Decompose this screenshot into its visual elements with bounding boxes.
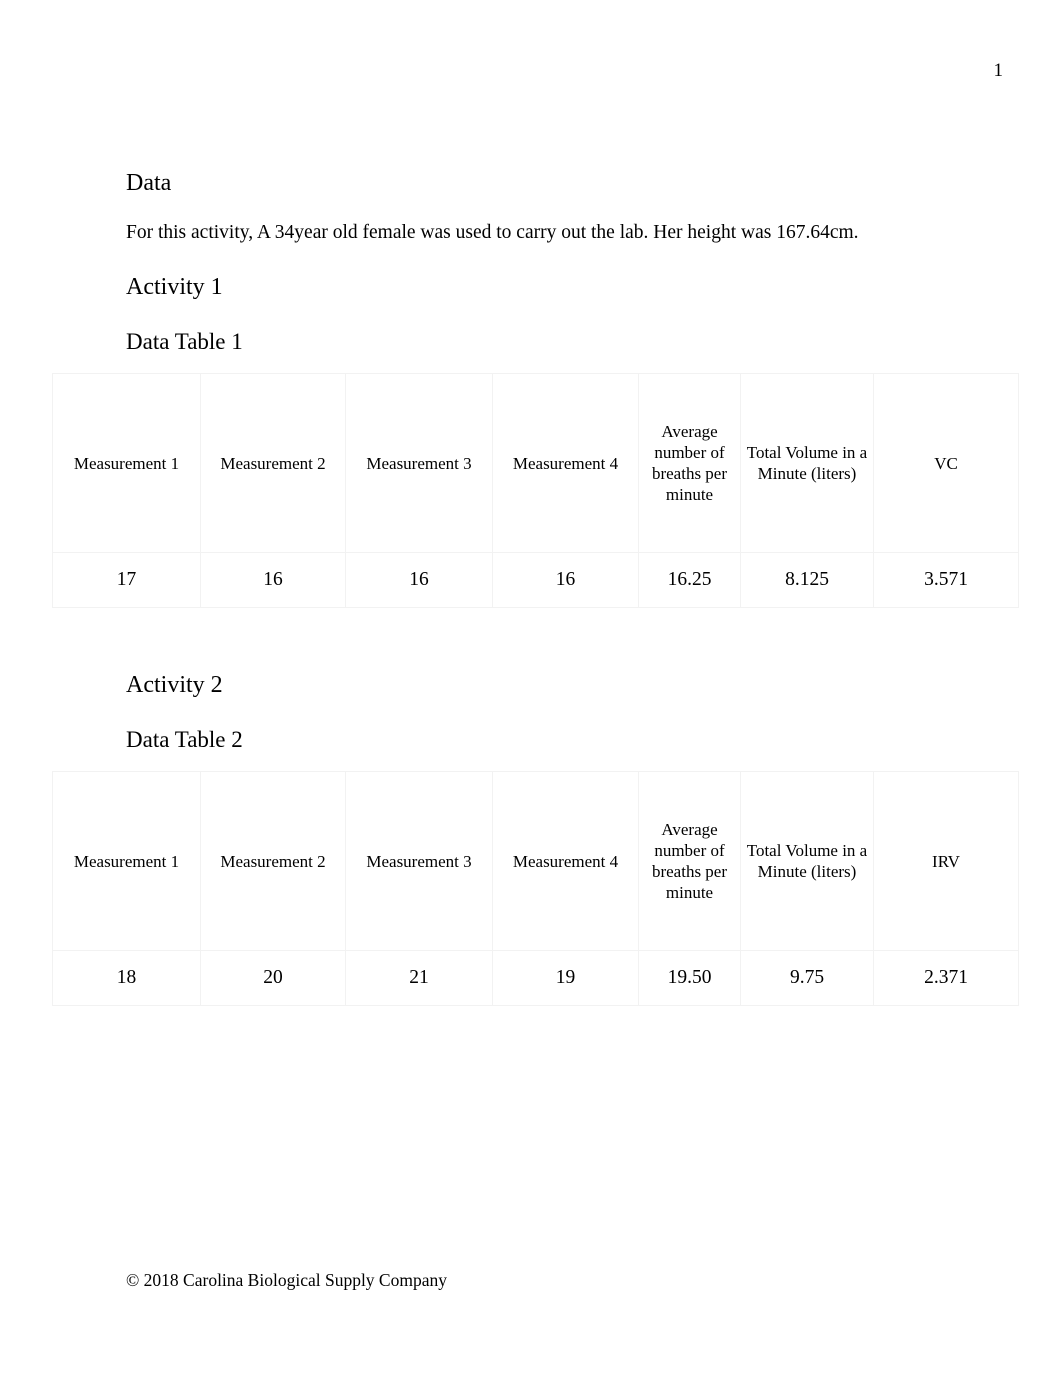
heading-data-table-2: Data Table 2 xyxy=(126,727,243,752)
heading-data-table-1: Data Table 1 xyxy=(126,329,243,354)
table1-header-cell: Average number of breaths per minute xyxy=(638,373,741,553)
table1-cell: 8.125 xyxy=(740,552,874,608)
table2-header-cell: Measurement 2 xyxy=(200,771,346,951)
table-row: 18 20 21 19 19.50 9.75 2.371 xyxy=(52,950,1019,1006)
table-header-row: Measurement 1 Measurement 2 Measurement … xyxy=(52,771,1019,951)
table2-cell: 19.50 xyxy=(638,950,741,1006)
table2-cell: 20 xyxy=(200,950,346,1006)
table-header-row: Measurement 1 Measurement 2 Measurement … xyxy=(52,373,1019,553)
page-number: 1 xyxy=(993,60,1004,81)
heading-data: Data xyxy=(126,170,172,196)
table2-cell: 2.371 xyxy=(873,950,1019,1006)
table1-cell: 3.571 xyxy=(873,552,1019,608)
table1-cell: 16 xyxy=(345,552,493,608)
data-table-1: Measurement 1 Measurement 2 Measurement … xyxy=(52,373,1019,608)
table2-header-cell: IRV xyxy=(873,771,1019,951)
table1-header-cell: VC xyxy=(873,373,1019,553)
heading-activity-1: Activity 1 xyxy=(126,274,223,300)
intro-paragraph: For this activity, A 34year old female w… xyxy=(126,222,859,243)
table1-header-cell: Measurement 3 xyxy=(345,373,493,553)
document-body: Data For this activity, A 34year old fem… xyxy=(0,168,1062,1006)
table2-cell: 21 xyxy=(345,950,493,1006)
table1-cell: 16 xyxy=(200,552,346,608)
table1-header-cell: Measurement 4 xyxy=(492,373,639,553)
copyright-footer: © 2018 Carolina Biological Supply Compan… xyxy=(126,1270,447,1290)
table1-header-cell: Measurement 1 xyxy=(52,373,201,553)
table2-header-cell: Measurement 4 xyxy=(492,771,639,951)
data-table-2-wrapper: Measurement 1 Measurement 2 Measurement … xyxy=(0,771,1062,1006)
table2-header-cell: Measurement 1 xyxy=(52,771,201,951)
table-row: 17 16 16 16 16.25 8.125 3.571 xyxy=(52,552,1019,608)
table2-cell: 9.75 xyxy=(740,950,874,1006)
table2-header-cell: Total Volume in a Minute (liters) xyxy=(740,771,874,951)
data-table-2: Measurement 1 Measurement 2 Measurement … xyxy=(52,771,1019,1006)
table2-cell: 19 xyxy=(492,950,639,1006)
table2-header-cell: Average number of breaths per minute xyxy=(638,771,741,951)
table1-cell: 17 xyxy=(52,552,201,608)
table1-cell: 16.25 xyxy=(638,552,741,608)
heading-activity-2: Activity 2 xyxy=(126,672,223,698)
table1-header-cell: Total Volume in a Minute (liters) xyxy=(740,373,874,553)
table1-cell: 16 xyxy=(492,552,639,608)
table2-header-cell: Measurement 3 xyxy=(345,771,493,951)
table1-header-cell: Measurement 2 xyxy=(200,373,346,553)
table2-cell: 18 xyxy=(52,950,201,1006)
document-page: 1 Data For this activity, A 34year old f… xyxy=(0,0,1062,1376)
data-table-1-wrapper: Measurement 1 Measurement 2 Measurement … xyxy=(0,373,1062,608)
